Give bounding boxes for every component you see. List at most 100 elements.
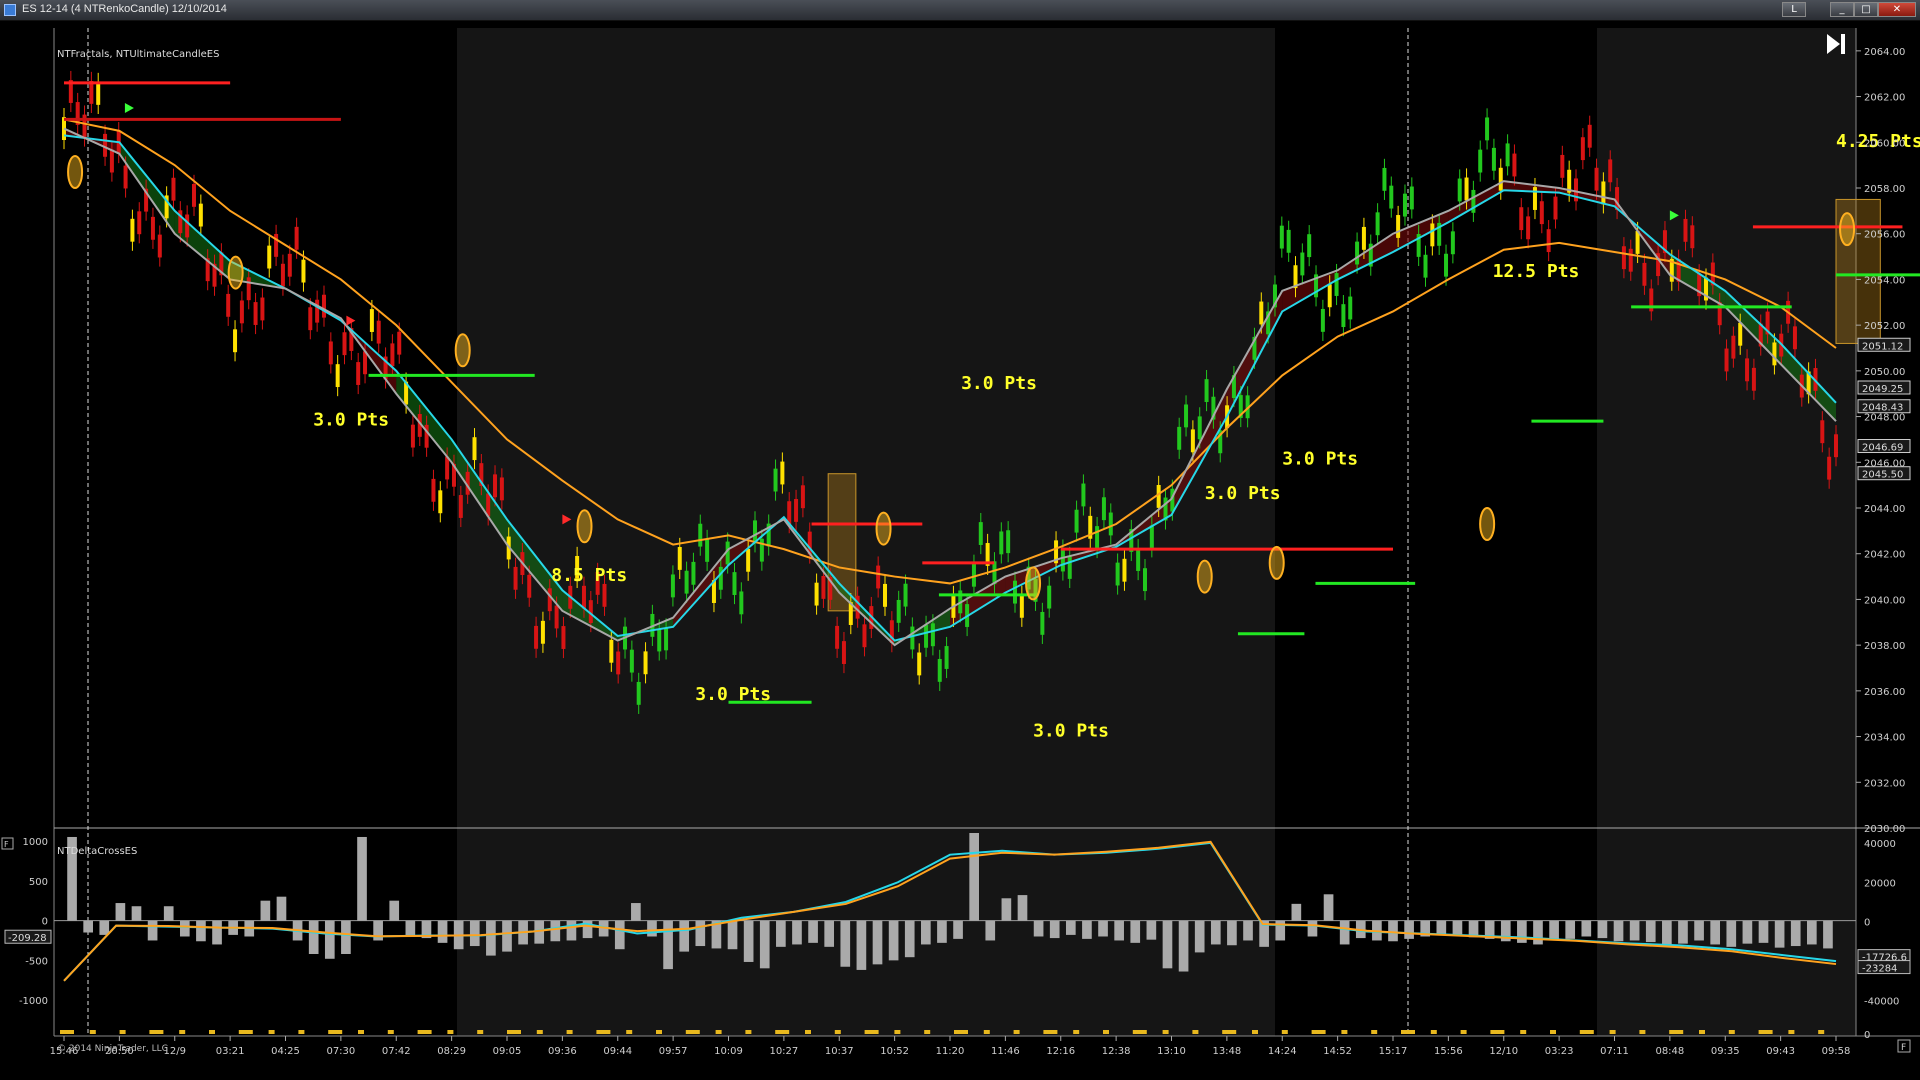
maximize-button[interactable]: □ [1854, 2, 1878, 17]
time-tick-label: 09:05 [493, 1046, 522, 1057]
price-axis: 2064.00 2062.00 2060.00 2058.00 2056.00 2054.… [1856, 47, 1911, 835]
histogram-bar [1613, 920, 1624, 942]
candle-body [1074, 509, 1079, 533]
session-dot [924, 1030, 931, 1034]
candle-body [1375, 212, 1380, 236]
candle-body [321, 294, 326, 318]
price-marker-label: 2048.43 [1862, 403, 1903, 414]
session-dot [1818, 1030, 1825, 1034]
histogram-bar [1597, 920, 1608, 939]
candle-body [937, 658, 942, 682]
candle-body [1108, 512, 1113, 536]
time-tick-label: 09:35 [1711, 1046, 1740, 1057]
close-button[interactable]: ✕ [1878, 2, 1916, 17]
window-title: ES 12-14 (4 NTRenkoCandle) 12/10/2014 [22, 3, 227, 15]
candle-body [233, 329, 238, 353]
candle-body [561, 626, 566, 649]
candle-body [499, 477, 504, 501]
candle-body [328, 341, 333, 365]
signal-oval [1196, 559, 1213, 594]
candle-body [841, 641, 846, 664]
candle-body [1177, 426, 1182, 450]
histogram-bar [1774, 920, 1785, 948]
price-tick-label: 2048.00 [1864, 413, 1905, 424]
histogram-bar [260, 900, 271, 921]
session-dot [566, 1030, 573, 1034]
candle-body [493, 474, 498, 498]
time-tick-label: 10:37 [825, 1046, 854, 1057]
candle-body [1095, 526, 1100, 549]
candle-body [1320, 308, 1325, 332]
candle-body [1190, 429, 1195, 453]
candle-body [369, 309, 374, 332]
candle-body [109, 149, 114, 173]
session-dot [1192, 1030, 1199, 1034]
histogram-bar [1404, 920, 1414, 939]
candle-body [739, 591, 744, 615]
candle-body [636, 681, 641, 705]
candle-body [643, 651, 648, 675]
link-button[interactable]: L [1782, 2, 1806, 17]
candle-body [239, 300, 244, 324]
session-dot [387, 1030, 394, 1034]
time-tick-label: 09:58 [1822, 1046, 1851, 1057]
candle-body [609, 639, 614, 663]
histogram-bar [776, 920, 786, 947]
minimize-button[interactable]: _ [1830, 2, 1854, 17]
candle-body [1402, 193, 1407, 217]
candle-body [1834, 434, 1838, 458]
histogram-bar [1823, 920, 1833, 949]
candle-body [1450, 231, 1455, 255]
chart-canvas[interactable]: 3.0 Pts8.5 Pts3.0 Pts3.0 Pts3.0 Pts3.0 P… [0, 20, 1920, 1080]
histogram-bar [1162, 920, 1173, 969]
signal-oval [1839, 212, 1856, 247]
histogram-bar [904, 920, 915, 958]
time-tick-label: 10:09 [714, 1046, 743, 1057]
candle-body [1464, 177, 1469, 201]
candle-body [534, 625, 539, 649]
session-dot [894, 1030, 901, 1034]
candle-body [1553, 196, 1558, 220]
candle-body [1731, 335, 1736, 359]
time-tick-label: 03:21 [216, 1046, 245, 1057]
time-tick-label: 11:46 [991, 1046, 1020, 1057]
candle-body [1122, 558, 1127, 582]
candle-body [287, 253, 292, 277]
session-dot [477, 1030, 484, 1034]
candle-body [335, 364, 340, 388]
candle-body [410, 424, 415, 448]
histogram-bar [131, 906, 142, 921]
signal-oval [227, 255, 244, 290]
candle-body [1101, 497, 1106, 521]
candle-body [1341, 304, 1346, 328]
histogram-bar [985, 920, 996, 941]
candle-body [458, 495, 463, 518]
candle-body [1327, 284, 1332, 308]
session-dot [685, 1030, 700, 1034]
histogram-bar [1436, 920, 1447, 935]
session-dot [1699, 1030, 1705, 1034]
candle-body [308, 307, 313, 331]
session-dot [358, 1030, 364, 1034]
candle-body [800, 485, 805, 509]
histogram-bar [1549, 920, 1559, 941]
bottom-zero-label: 0 [1864, 1030, 1870, 1041]
candle-body [657, 628, 662, 652]
histogram-bar [389, 900, 400, 921]
candle-body [1519, 207, 1524, 231]
session-dot [1430, 1030, 1437, 1034]
candle-body [253, 302, 258, 325]
candle-body [1430, 223, 1435, 247]
histogram-bar [1323, 894, 1334, 921]
time-tick-label: 12/10 [1489, 1046, 1518, 1057]
session-dot [864, 1030, 879, 1034]
price-tick-label: 2054.00 [1864, 275, 1905, 286]
signal-oval [454, 333, 471, 368]
time-tick-label: 09:43 [1766, 1046, 1795, 1057]
candle-body [835, 625, 840, 649]
histogram-bar [1194, 920, 1205, 953]
candle-body [89, 80, 94, 104]
histogram-bar [212, 920, 222, 945]
candle-body [670, 574, 675, 598]
histogram-bar [341, 920, 351, 955]
